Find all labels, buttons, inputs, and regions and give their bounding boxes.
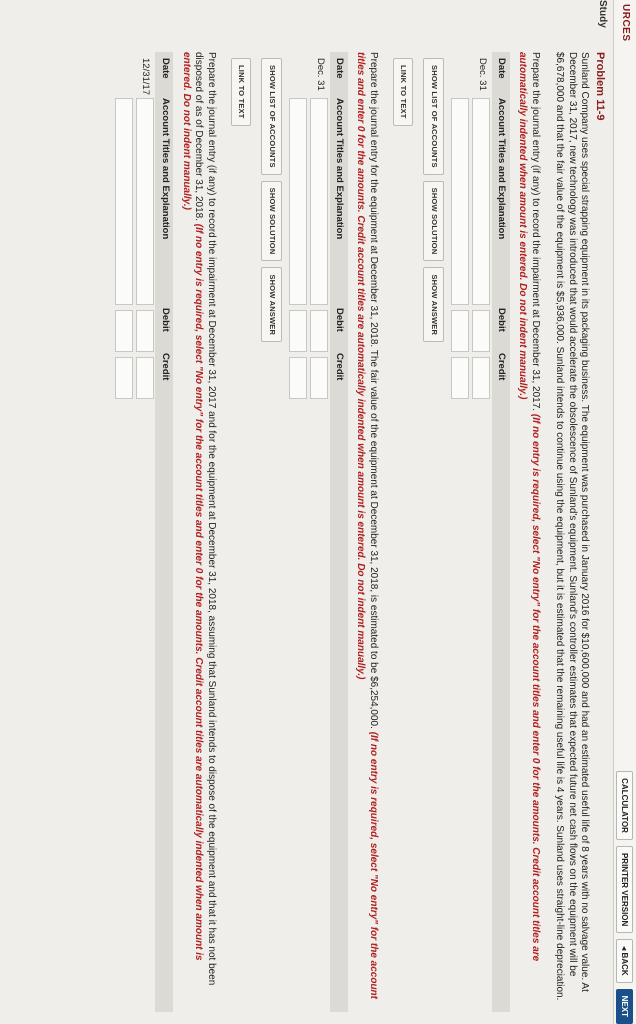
show-answer-button[interactable]: SHOW ANSWER: [261, 267, 282, 343]
account-field[interactable]: [289, 98, 308, 305]
debit-field[interactable]: [136, 310, 154, 352]
credit-header: Credit: [334, 353, 346, 381]
part2-instruction-text: Prepare the journal entry for the equipm…: [368, 52, 379, 729]
top-toolbar: URCES CALCULATOR PRINTER VERSION ◂ BACK …: [613, 0, 636, 1024]
account-field[interactable]: [472, 98, 491, 305]
account-field[interactable]: [451, 98, 470, 305]
account-header: Account Titles and Explanation: [496, 98, 508, 240]
debit-field[interactable]: [472, 310, 491, 352]
show-accounts-button[interactable]: SHOW LIST OF ACCOUNTS: [423, 58, 444, 175]
journal-row: [450, 52, 471, 1012]
account-field[interactable]: [310, 98, 329, 305]
credit-header: Credit: [496, 353, 508, 381]
problem-title: Problem 11-9: [594, 52, 606, 121]
account-header: Account Titles and Explanation: [159, 98, 171, 240]
journal-row: 12/31/17: [135, 52, 156, 1012]
journal-table-1: Date Account Titles and Explanation Debi…: [450, 52, 510, 1012]
account-field[interactable]: [136, 98, 154, 305]
credit-field[interactable]: [289, 357, 308, 399]
rotated-page: URCES CALCULATOR PRINTER VERSION ◂ BACK …: [0, 0, 636, 1024]
debit-field[interactable]: [115, 310, 133, 352]
show-accounts-button[interactable]: SHOW LIST OF ACCOUNTS: [261, 58, 282, 175]
debit-header: Debit: [334, 308, 346, 332]
date-header: Date: [334, 58, 346, 79]
help-buttons-1: SHOW LIST OF ACCOUNTS SHOW SOLUTION SHOW…: [423, 58, 444, 1012]
credit-field[interactable]: [472, 357, 491, 399]
debit-field[interactable]: [289, 310, 308, 352]
journal-table-3: Date Account Titles and Explanation Debi…: [114, 52, 174, 1012]
credit-header: Credit: [159, 353, 171, 381]
show-answer-button[interactable]: SHOW ANSWER: [423, 267, 444, 343]
link-to-text-button[interactable]: LINK TO TEXT: [231, 58, 252, 126]
debit-header: Debit: [496, 308, 508, 332]
part1-instruction: Prepare the journal entry (if any) to re…: [516, 52, 542, 1002]
show-solution-button[interactable]: SHOW SOLUTION: [261, 180, 282, 262]
journal-table-2: Date Account Titles and Explanation Debi…: [288, 52, 348, 1012]
entry-date: 12/31/17: [140, 58, 152, 95]
help-buttons-2: SHOW LIST OF ACCOUNTS SHOW SOLUTION SHOW…: [261, 58, 282, 1012]
journal-row: Dec. 31: [471, 52, 492, 1012]
show-solution-button[interactable]: SHOW SOLUTION: [423, 180, 444, 262]
journal-header: Date Account Titles and Explanation Debi…: [155, 52, 174, 1012]
problem-description: Sunland Company uses special strapping e…: [554, 52, 591, 1001]
account-header: Account Titles and Explanation: [334, 98, 346, 240]
next-button[interactable]: NEXT: [616, 988, 634, 1024]
problem-content: Problem 11-9 Sunland Company uses specia…: [108, 52, 609, 1012]
credit-field[interactable]: [115, 357, 133, 399]
entry-date: Dec. 31: [314, 58, 326, 91]
entry-date: Dec. 31: [476, 58, 488, 91]
journal-row: [288, 52, 309, 1012]
credit-field[interactable]: [310, 357, 329, 399]
account-field[interactable]: [115, 98, 133, 305]
study-tab[interactable]: Study: [597, 0, 608, 28]
debit-field[interactable]: [310, 310, 329, 352]
credit-field[interactable]: [136, 357, 154, 399]
date-header: Date: [159, 58, 171, 79]
back-button[interactable]: ◂ BACK: [616, 939, 634, 983]
link-to-text-button[interactable]: LINK TO TEXT: [393, 58, 414, 126]
resources-tab[interactable]: URCES: [614, 0, 636, 44]
toolbar-buttons: CALCULATOR PRINTER VERSION ◂ BACK NEXT: [614, 771, 636, 1024]
part1-instruction-text: Prepare the journal entry (if any) to re…: [530, 52, 541, 412]
debit-header: Debit: [159, 308, 171, 332]
part3-instruction: Prepare the journal entry (if any) to re…: [180, 52, 217, 1002]
printer-version-button[interactable]: PRINTER VERSION: [616, 845, 634, 934]
journal-header: Date Account Titles and Explanation Debi…: [330, 52, 348, 1012]
journal-header: Date Account Titles and Explanation Debi…: [492, 52, 510, 1012]
debit-field[interactable]: [451, 310, 470, 352]
journal-row: [114, 52, 135, 1012]
part2-instruction: Prepare the journal entry for the equipm…: [354, 52, 380, 1002]
date-header: Date: [496, 58, 508, 79]
journal-row: Dec. 31: [309, 52, 330, 1012]
calculator-button[interactable]: CALCULATOR: [616, 771, 634, 840]
credit-field[interactable]: [451, 357, 470, 399]
